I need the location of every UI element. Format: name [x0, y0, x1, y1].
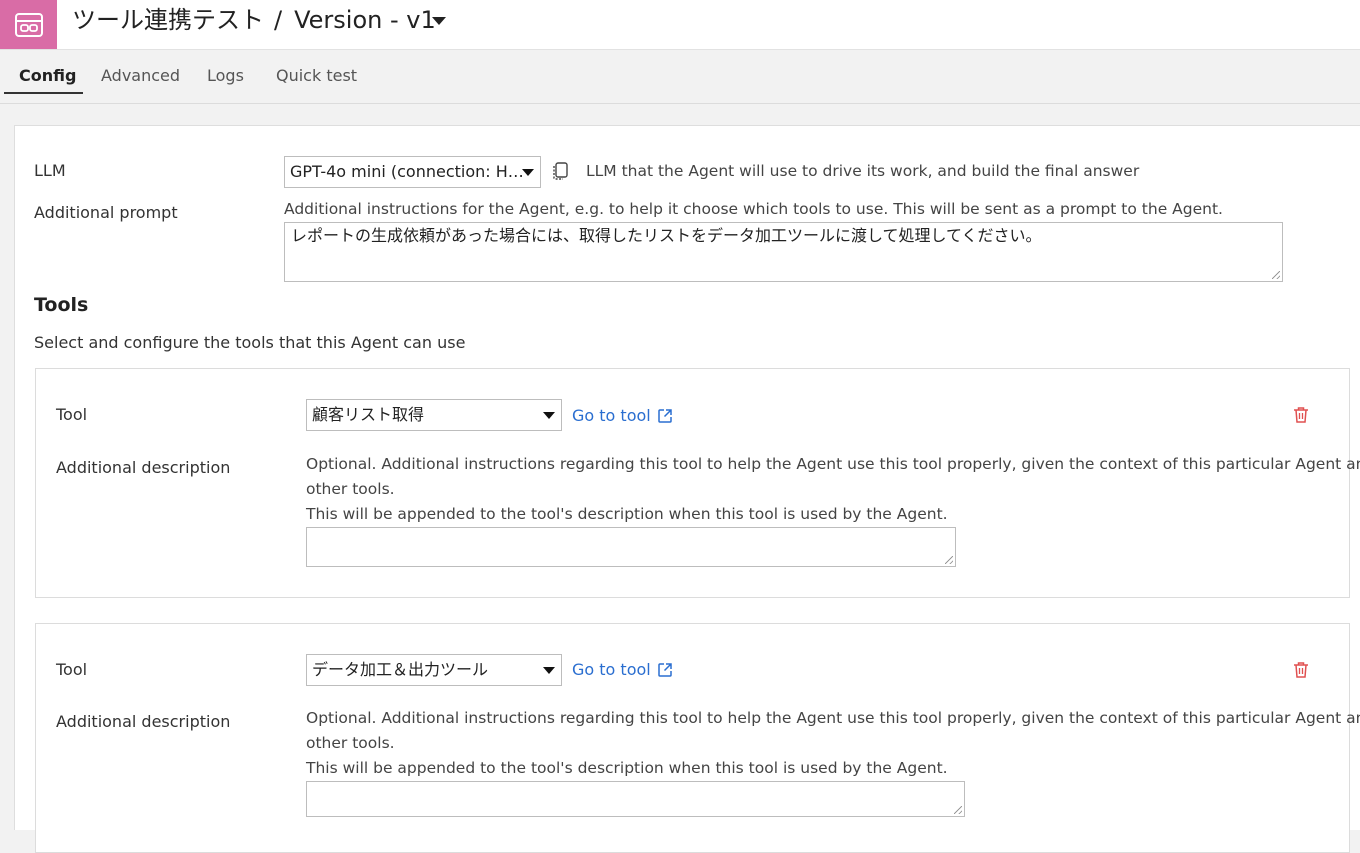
tab-quick-test[interactable]: Quick test — [261, 50, 372, 94]
page-title: ツール連携テスト / Version - v1 — [72, 4, 436, 36]
description-help-line: Optional. Additional instructions regard… — [306, 455, 1360, 473]
tools-section-title: Tools — [34, 294, 89, 316]
llm-label: LLM — [34, 161, 66, 180]
description-help-line: This will be appended to the tool's desc… — [306, 759, 948, 777]
go-to-tool-link[interactable]: Go to tool — [572, 406, 673, 425]
chevron-down-icon — [522, 169, 534, 176]
description-help-line: other tools. — [306, 480, 395, 498]
resize-handle[interactable] — [954, 806, 962, 814]
resize-handle[interactable] — [945, 556, 953, 564]
trash-icon — [1294, 662, 1308, 678]
additional-prompt-help: Additional instructions for the Agent, e… — [284, 200, 1223, 218]
external-link-icon — [657, 662, 672, 677]
delete-tool-button[interactable] — [1293, 406, 1311, 426]
additional-prompt-label: Additional prompt — [34, 203, 178, 222]
config-panel: LLM GPT-4o mini (connection: H… LLM that… — [14, 125, 1360, 853]
llm-select[interactable]: GPT-4o mini (connection: H… — [284, 156, 541, 188]
additional-description-textarea[interactable] — [306, 527, 956, 567]
go-to-tool-label: Go to tool — [572, 660, 651, 679]
additional-description-textarea[interactable] — [306, 781, 965, 817]
top-header: ツール連携テスト / Version - v1 — [0, 0, 1360, 50]
project-name[interactable]: ツール連携テスト — [72, 6, 264, 34]
tab-bar: Config Advanced Logs Quick test — [0, 50, 1360, 104]
additional-prompt-value: レポートの生成依頼があった場合には、取得したリストをデータ加工ツールに渡して処理… — [291, 226, 1042, 245]
go-to-tool-link[interactable]: Go to tool — [572, 660, 673, 679]
tool-select-value: 顧客リスト取得 — [312, 405, 425, 424]
version-dropdown-icon[interactable] — [430, 14, 448, 28]
additional-prompt-textarea[interactable]: レポートの生成依頼があった場合には、取得したリストをデータ加工ツールに渡して処理… — [284, 222, 1283, 282]
additional-description-label: Additional description — [56, 712, 231, 731]
tool-select-value: データ加工＆出力ツール — [312, 660, 489, 679]
description-help-line: other tools. — [306, 734, 395, 752]
external-link-icon — [657, 408, 672, 423]
chevron-down-icon — [543, 412, 555, 419]
tool-label: Tool — [56, 660, 88, 679]
tab-config[interactable]: Config — [4, 50, 83, 94]
tab-advanced[interactable]: Advanced — [86, 50, 195, 94]
trash-icon — [1294, 407, 1308, 423]
llm-select-value: GPT-4o mini (connection: H… — [290, 162, 524, 181]
description-help-line: This will be appended to the tool's desc… — [306, 505, 948, 523]
tool-label: Tool — [56, 405, 88, 424]
resize-handle[interactable] — [1272, 271, 1280, 279]
description-help-line: Optional. Additional instructions regard… — [306, 709, 1360, 727]
go-to-tool-label: Go to tool — [572, 406, 651, 425]
delete-tool-button[interactable] — [1293, 661, 1311, 681]
tool-card: Tool 顧客リスト取得 Go to tool Additional descr… — [35, 368, 1360, 598]
tool-select[interactable]: 顧客リスト取得 — [306, 399, 562, 431]
agent-icon[interactable] — [0, 0, 57, 49]
tools-section-subtitle: Select and configure the tools that this… — [34, 333, 466, 352]
tab-logs[interactable]: Logs — [192, 50, 259, 94]
chevron-down-icon — [543, 667, 555, 674]
tool-card: Tool データ加工＆出力ツール Go to tool Additional d… — [35, 623, 1360, 853]
copy-icon[interactable] — [552, 162, 568, 184]
version-name[interactable]: Version - v1 — [294, 6, 436, 34]
additional-description-label: Additional description — [56, 458, 231, 477]
llm-help-text: LLM that the Agent will use to drive its… — [586, 162, 1140, 180]
title-separator: / — [274, 6, 283, 34]
tool-select[interactable]: データ加工＆出力ツール — [306, 654, 562, 686]
